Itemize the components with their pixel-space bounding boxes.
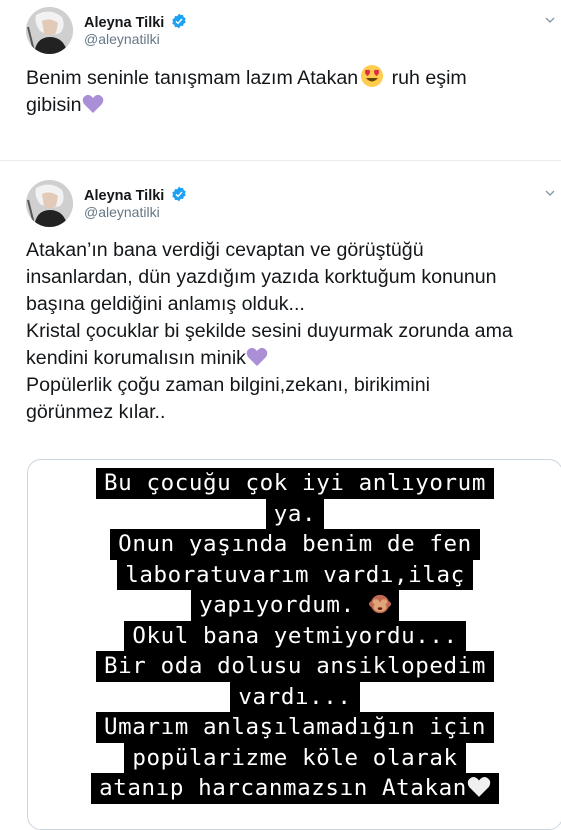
- tweet-text-part: Popülerlik çoğu zaman bilgini,zekanı, bi…: [26, 374, 431, 423]
- avatar[interactable]: [26, 7, 73, 54]
- tweet-text-part: Benim seninle tanışmam lazım Atakan: [26, 67, 359, 89]
- story-image[interactable]: Bu çocuğu çok iyi anlıyorum ya. Onun yaş…: [27, 459, 561, 830]
- story-line: vardı...: [230, 681, 360, 712]
- tweet-text: Benim seninle tanışmam lazım Atakan ruh …: [26, 64, 561, 119]
- display-name[interactable]: Aleyna Tilki: [84, 186, 187, 204]
- story-line: Onun yaşında benim de fen: [110, 529, 480, 560]
- story-line-with-emoji: atanıp harcanmazsın Atakan: [91, 773, 499, 804]
- tweet[interactable]: Aleyna Tilki @aleynatilki Atakan’ın bana…: [0, 161, 561, 830]
- chevron-down-icon[interactable]: [544, 14, 556, 26]
- heart-eyes-icon: [361, 65, 384, 87]
- story-line: laboratuvarım vardı,ilaç: [117, 559, 473, 590]
- purple-heart-icon: [82, 94, 103, 113]
- story-line: Umarım anlaşılamadığın için: [96, 712, 494, 743]
- story-line: Bir oda dolusu ansiklopedim: [96, 651, 494, 682]
- handle[interactable]: @aleynatilki: [84, 204, 160, 220]
- story-line-with-emoji: yapıyordum.: [191, 590, 399, 621]
- story-line: Okul bana yetmiyordu...: [124, 620, 466, 651]
- chevron-down-icon[interactable]: [544, 187, 556, 199]
- story-line: popülarizme köle olarak: [124, 742, 466, 773]
- story-line-text: atanıp harcanmazsın Atakan: [99, 775, 467, 801]
- see-no-evil-monkey-icon: [368, 594, 391, 614]
- story-line: Bu çocuğu çok iyi anlıyorum: [96, 468, 494, 499]
- tweet[interactable]: Aleyna Tilki @aleynatilki Benim seninle …: [0, 0, 561, 161]
- story-line: ya.: [265, 498, 325, 529]
- handle[interactable]: @aleynatilki: [84, 31, 160, 47]
- verified-badge-icon: [172, 186, 187, 202]
- story-line-text: yapıyordum.: [199, 592, 355, 618]
- tweet-text-part: Atakan’ın bana verdiği cevaptan ve görüş…: [26, 239, 513, 369]
- display-name-text: Aleyna Tilki: [84, 188, 165, 204]
- display-name[interactable]: Aleyna Tilki: [84, 13, 187, 31]
- verified-badge-icon: [172, 13, 187, 29]
- purple-heart-icon: [246, 347, 268, 366]
- tweet-text: Atakan’ın bana verdiği cevaptan ve görüş…: [26, 237, 561, 426]
- white-heart-icon: [467, 777, 491, 797]
- story-text: Bu çocuğu çok iyi anlıyorum ya. Onun yaş…: [28, 468, 561, 804]
- avatar[interactable]: [26, 180, 73, 227]
- display-name-text: Aleyna Tilki: [84, 15, 165, 31]
